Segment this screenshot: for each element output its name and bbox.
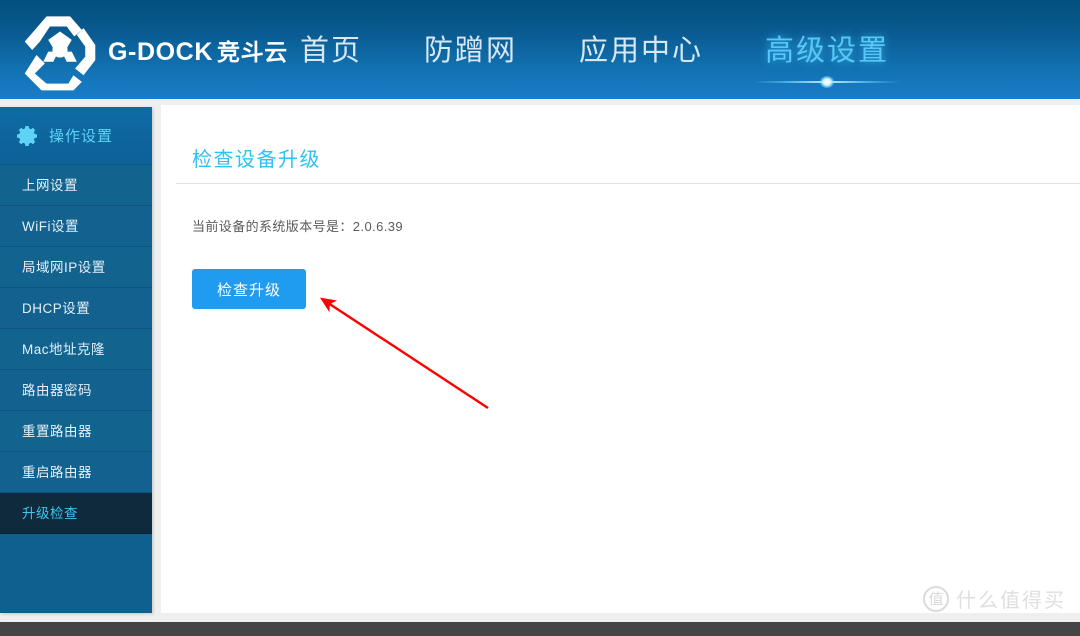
sidebar-item-reset-router[interactable]: 重置路由器 — [0, 411, 152, 452]
current-version-text: 当前设备的系统版本号是：2.0.6.39 — [192, 219, 403, 234]
sidebar-item-internet-settings[interactable]: 上网设置 — [0, 165, 152, 206]
sidebar-header: 操作设置 — [0, 107, 152, 165]
sidebar-item-reboot-router[interactable]: 重启路由器 — [0, 452, 152, 493]
brand-name-cn: 竞斗云 — [216, 39, 288, 65]
content-panel: 检查设备升级 当前设备的系统版本号是：2.0.6.39 检查升级 — [161, 105, 1080, 613]
nav-item-anti-leech[interactable]: 防蹭网 — [424, 27, 517, 73]
hexagon-logo-icon — [24, 16, 96, 91]
nav-item-advanced-settings-label: 高级设置 — [765, 34, 890, 67]
browser-page: G-DOCK 竞斗云 首页 防蹭网 应用中心 高级设置 检查设备升级 当前设备的… — [0, 0, 1080, 636]
sidebar-item-wifi-settings[interactable]: WiFi设置 — [0, 206, 152, 247]
nav-item-advanced-settings[interactable]: 高级设置 — [753, 27, 902, 88]
page-title: 检查设备升级 — [192, 149, 321, 171]
nav-active-indicator — [753, 75, 902, 89]
site-header: G-DOCK 竞斗云 首页 防蹭网 应用中心 高级设置 — [0, 0, 1080, 99]
check-upgrade-button[interactable]: 检查升级 — [192, 269, 306, 309]
sidebar-item-lan-ip-settings[interactable]: 局域网IP设置 — [0, 247, 152, 288]
nav-item-home[interactable]: 首页 — [300, 27, 362, 73]
sidebar-item-dhcp-settings[interactable]: DHCP设置 — [0, 288, 152, 329]
nav-item-app-center[interactable]: 应用中心 — [579, 27, 703, 73]
title-divider — [176, 183, 1080, 184]
sidebar-item-mac-clone[interactable]: Mac地址克隆 — [0, 329, 152, 370]
brand-logo[interactable]: G-DOCK 竞斗云 — [18, 8, 288, 92]
sidebar: 操作设置 上网设置 WiFi设置 局域网IP设置 DHCP设置 Mac地址克隆 … — [0, 107, 152, 613]
gear-icon — [17, 125, 37, 146]
bottom-bar — [0, 622, 1080, 636]
brand-text: G-DOCK 竞斗云 — [108, 33, 288, 67]
sidebar-item-router-password[interactable]: 路由器密码 — [0, 370, 152, 411]
sidebar-filler — [0, 534, 152, 613]
sidebar-item-upgrade-check[interactable]: 升级检查 — [0, 493, 152, 534]
main-nav: 首页 防蹭网 应用中心 高级设置 — [300, 0, 902, 99]
brand-name: G-DOCK — [108, 38, 213, 66]
sidebar-header-label: 操作设置 — [49, 128, 114, 145]
